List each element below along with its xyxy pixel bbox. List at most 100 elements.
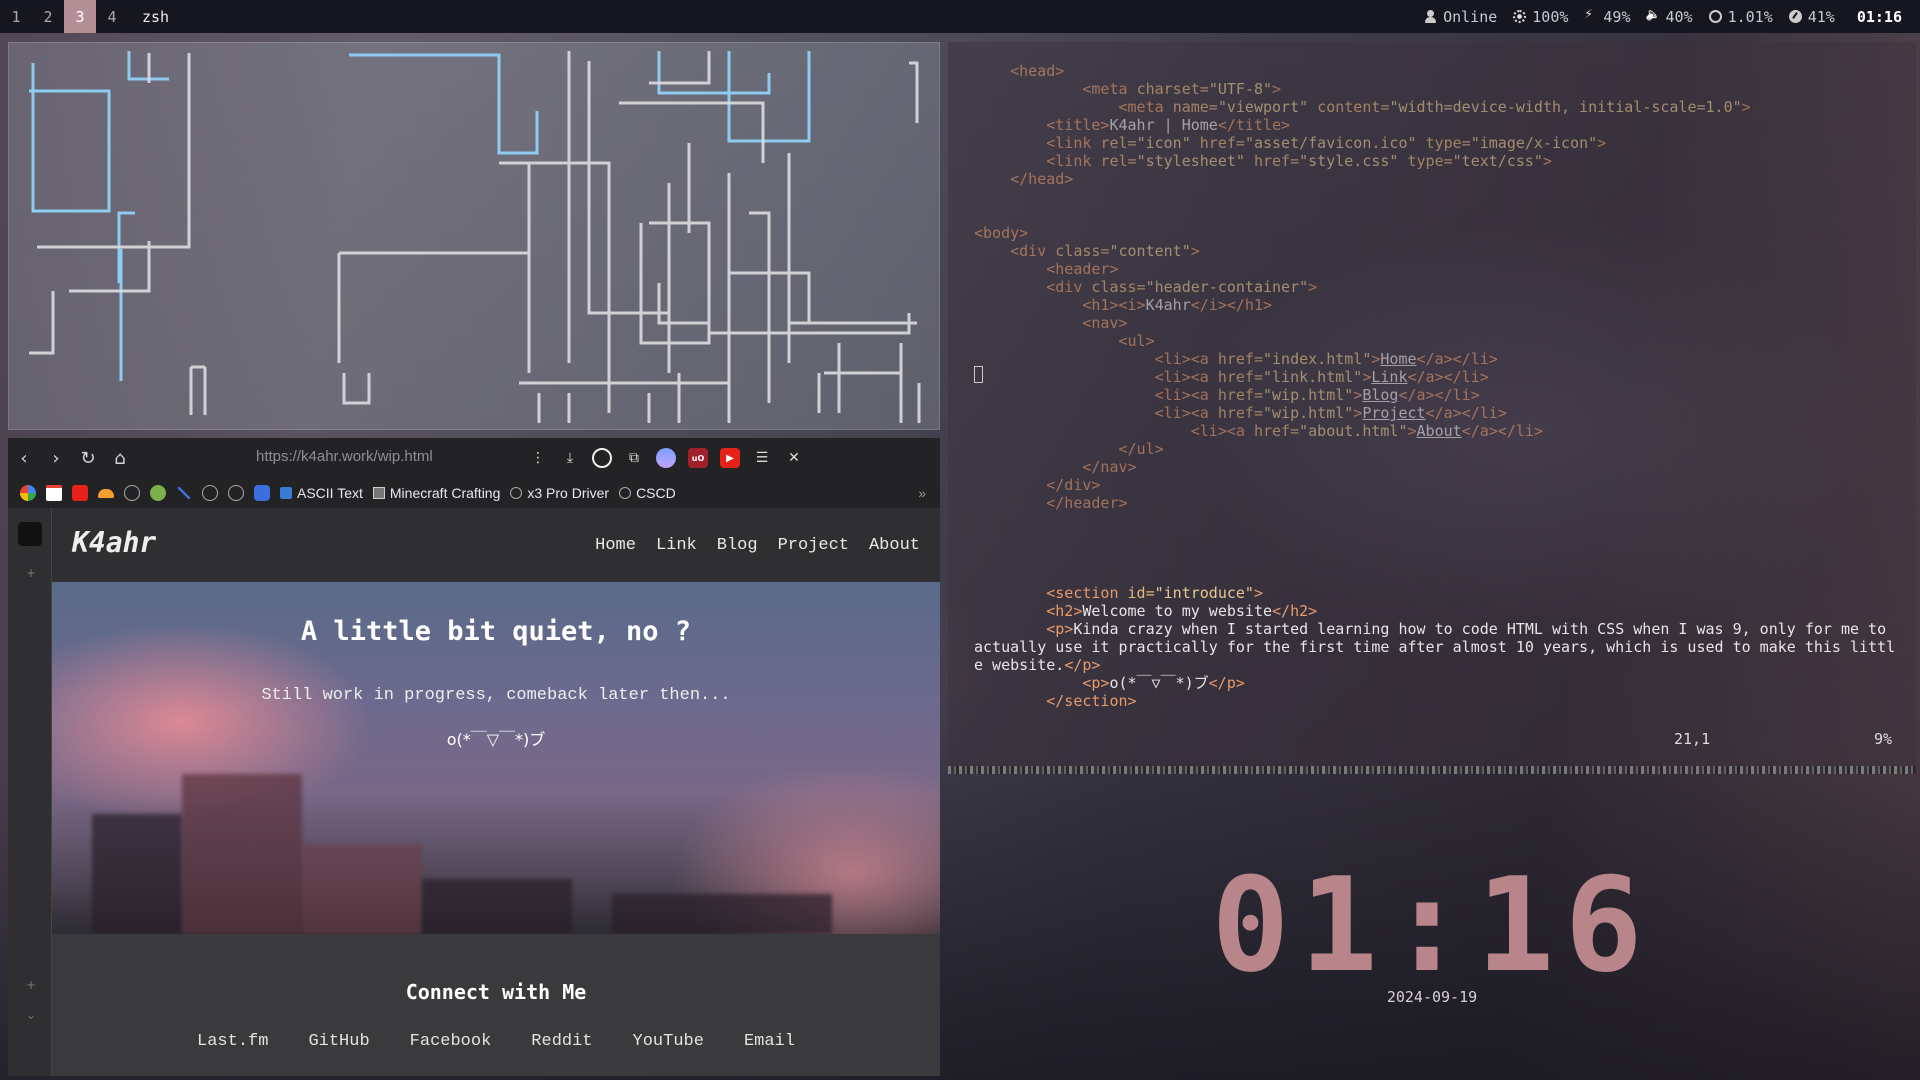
brightness-value: 100% <box>1532 7 1569 26</box>
pipes-terminal-window[interactable] <box>8 42 940 430</box>
nav-blog-link[interactable]: Blog <box>717 536 758 555</box>
globe-icon[interactable] <box>124 485 140 501</box>
connect-title: Connect with Me <box>405 980 587 1004</box>
account-icon[interactable] <box>592 448 612 468</box>
bookmark-label: Minecraft Crafting <box>389 485 501 501</box>
bookmarks-bar: ASCII Text Minecraft Crafting x3 Pro Dri… <box>8 478 940 508</box>
pipes-animation <box>29 51 921 423</box>
google-icon[interactable] <box>20 485 36 501</box>
workspace-3[interactable]: 3 <box>64 0 96 33</box>
status-bar: 1 2 3 4 zsh Online 100% 49% 40% 1.01% 41… <box>0 0 1920 33</box>
menu-icon[interactable]: ☰ <box>752 448 772 468</box>
globe-icon[interactable] <box>228 485 244 501</box>
at-sign-icon[interactable] <box>254 485 270 501</box>
forward-icon[interactable]: › <box>40 438 72 478</box>
scroll-percent: 9% <box>1874 730 1893 748</box>
email-link[interactable]: Email <box>744 1032 795 1051</box>
battery-charging-icon <box>1584 6 1597 23</box>
globe-icon[interactable] <box>202 485 218 501</box>
pen-icon[interactable] <box>176 485 192 501</box>
hero-background <box>422 879 572 934</box>
bookmark-label: x3 Pro Driver <box>527 485 610 501</box>
download-icon[interactable]: ⤓ <box>560 448 580 468</box>
web-page: + + ⌄ K4ahr Home Link Blog Project About… <box>8 508 940 1076</box>
window-split-border <box>948 766 1916 774</box>
reddit-link[interactable]: Reddit <box>531 1032 592 1051</box>
sidebar-panel-icon[interactable] <box>18 522 42 546</box>
globe-icon <box>510 487 523 499</box>
profile-icon[interactable] <box>656 448 676 468</box>
desktop-clock: 01:16 <box>1211 849 1653 1001</box>
disk-status[interactable]: 41% <box>1788 8 1835 26</box>
sidebar-collapse-icon[interactable]: ⌄ <box>26 1008 36 1022</box>
editor-cursor <box>974 366 983 383</box>
more-dots-icon[interactable]: ⋮ <box>528 448 548 468</box>
user-icon <box>1424 10 1437 23</box>
volume-value: 40% <box>1665 7 1693 26</box>
close-icon[interactable]: ✕ <box>784 448 804 468</box>
hero-title: A little bit quiet, no ? <box>300 616 692 647</box>
hero-background <box>612 894 832 934</box>
address-bar[interactable]: https://k4ahr.work/wip.html <box>256 448 433 465</box>
cpu-status[interactable]: 1.01% <box>1708 7 1773 26</box>
globe-icon <box>619 487 632 499</box>
green-site-icon[interactable] <box>150 485 166 501</box>
nav-link-link[interactable]: Link <box>656 536 697 555</box>
lastfm-link[interactable]: Last.fm <box>197 1032 268 1051</box>
browser-window[interactable]: ‹ › ↻ ⌂ https://k4ahr.work/wip.html ⋮ ⤓ … <box>8 438 940 1076</box>
network-label: Online <box>1443 7 1498 26</box>
cpu-icon <box>1708 10 1722 23</box>
cpu-value: 1.01% <box>1727 7 1773 26</box>
disk-gauge-icon <box>1788 10 1802 23</box>
volume-icon <box>1647 10 1660 23</box>
bookmark-x3-pro-driver[interactable]: x3 Pro Driver <box>510 485 609 501</box>
site-nav: Home Link Blog Project About <box>595 536 920 555</box>
brightness-status[interactable]: 100% <box>1513 8 1568 26</box>
bookmark-minecraft-crafting[interactable]: Minecraft Crafting <box>372 485 501 501</box>
desktop-date: 2024-09-19 <box>1386 988 1478 1006</box>
gmail-icon[interactable] <box>46 485 62 501</box>
sidebar-add-icon[interactable]: + <box>26 566 36 580</box>
cloud-icon[interactable] <box>98 488 114 498</box>
bookmarks-overflow-icon[interactable]: » <box>918 485 926 501</box>
bookmark-label: ASCII Text <box>297 485 363 501</box>
youtube-extension-icon[interactable]: ▶ <box>720 448 740 468</box>
battery-status[interactable]: 49% <box>1584 6 1631 26</box>
youtube-icon[interactable] <box>72 485 88 501</box>
site-logo[interactable]: K4ahr <box>72 526 156 559</box>
nav-about-link[interactable]: About <box>869 536 920 555</box>
nav-project-link[interactable]: Project <box>778 536 849 555</box>
workspace-1[interactable]: 1 <box>0 0 32 33</box>
topbar-clock[interactable]: 01:16 <box>1857 8 1902 26</box>
brightness-icon <box>1513 10 1527 23</box>
workspace-2[interactable]: 2 <box>32 0 64 33</box>
github-link[interactable]: GitHub <box>308 1032 369 1051</box>
active-window-title: zsh <box>142 7 170 26</box>
ublock-icon[interactable]: uO <box>688 448 708 468</box>
extensions-icon[interactable]: ⧉ <box>624 448 644 468</box>
bookmark-cscd[interactable]: CSCD <box>619 485 676 501</box>
code-editor-window[interactable]: <head> <meta charset="UTF-8"> <meta name… <box>948 42 1916 772</box>
nav-home-link[interactable]: Home <box>595 536 636 555</box>
sidebar-add-icon[interactable]: + <box>26 978 36 992</box>
hero-background <box>302 844 422 934</box>
reload-icon[interactable]: ↻ <box>72 438 104 478</box>
youtube-link[interactable]: YouTube <box>633 1032 704 1051</box>
hero-background <box>92 814 182 934</box>
browser-sidebar: + + ⌄ <box>8 508 52 1076</box>
back-icon[interactable]: ‹ <box>8 438 40 478</box>
toolbar-extensions: ⋮ ⤓ ⧉ uO ▶ ☰ ✕ <box>528 438 804 478</box>
browser-toolbar: ‹ › ↻ ⌂ https://k4ahr.work/wip.html ⋮ ⤓ … <box>8 438 940 478</box>
bookmark-a-icon <box>280 487 292 499</box>
network-status[interactable]: Online <box>1424 8 1497 26</box>
volume-status[interactable]: 40% <box>1647 8 1693 26</box>
home-icon[interactable]: ⌂ <box>104 438 136 478</box>
facebook-link[interactable]: Facebook <box>410 1032 492 1051</box>
hero-section: A little bit quiet, no ? Still work in p… <box>52 582 940 934</box>
bookmark-ascii-text[interactable]: ASCII Text <box>280 485 363 501</box>
status-modules: Online 100% 49% 40% 1.01% 41% 01:16 <box>1424 0 1902 33</box>
battery-value: 49% <box>1603 7 1631 26</box>
editor-buffer[interactable]: <head> <meta charset="UTF-8"> <meta name… <box>974 62 1895 710</box>
site-header: K4ahr Home Link Blog Project About <box>52 508 940 582</box>
workspace-4[interactable]: 4 <box>96 0 128 33</box>
